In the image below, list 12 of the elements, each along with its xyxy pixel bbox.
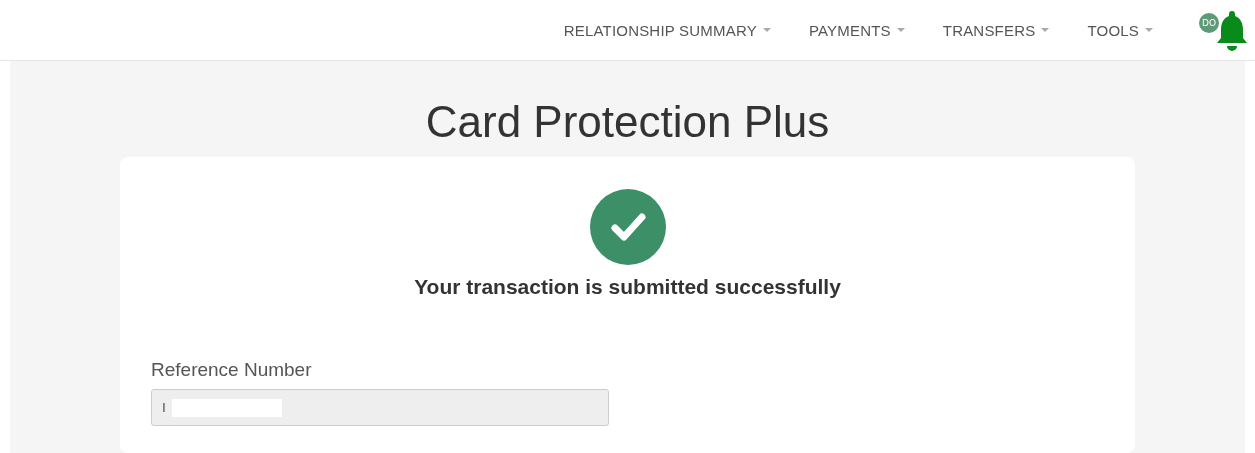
success-message: Your transaction is submitted successfully [414,275,841,299]
page-title: Card Protection Plus [425,97,830,147]
nav-menu-item[interactable]: RELATIONSHIP SUMMARY [563,21,771,39]
nav-menu-item[interactable]: TRANSFERS [942,21,1050,39]
caret-icon [1041,28,1050,32]
nav-menu-item[interactable]: PAYMENTS [808,21,905,39]
caret-icon [762,28,771,32]
nav-menu-item[interactable]: TOOLS [1087,21,1153,39]
caret-icon [1145,28,1153,32]
field-label: Reference Number [151,359,313,381]
bell-icon[interactable] [1217,9,1247,51]
caret-icon [896,28,905,32]
